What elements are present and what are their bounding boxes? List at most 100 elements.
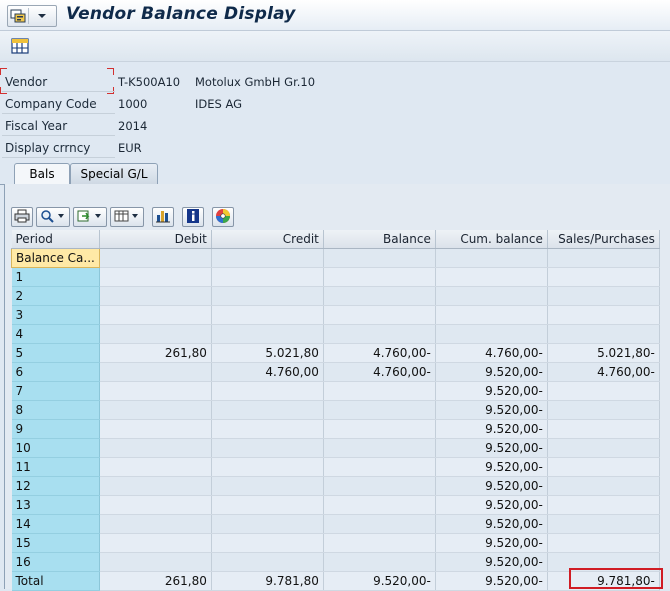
chart-button[interactable] [152,207,174,227]
sales-purchases-cell[interactable]: 4.760,00- [547,362,660,382]
cum-balance-cell[interactable]: 9.520,00- [435,571,548,591]
credit-cell[interactable]: 5.021,80 [211,343,324,363]
credit-cell[interactable] [211,495,324,515]
credit-cell[interactable] [211,552,324,572]
credit-cell[interactable]: 9.781,80 [211,571,324,591]
period-cell[interactable]: 15 [11,533,100,553]
sales-purchases-cell[interactable] [547,438,660,458]
cum-balance-cell[interactable] [435,248,548,268]
vendor-label[interactable]: Vendor [2,73,115,92]
debit-cell[interactable] [99,381,212,401]
table-row[interactable]: 2 [11,286,660,306]
col-sales-purchases[interactable]: Sales/Purchases [547,230,660,249]
col-credit[interactable]: Credit [211,230,324,249]
credit-cell[interactable] [211,457,324,477]
balance-cell[interactable] [323,533,436,553]
debit-cell[interactable] [99,248,212,268]
table-row[interactable]: 16 9.520,00- [11,552,660,572]
sales-purchases-cell[interactable] [547,267,660,287]
table-row[interactable]: Balance Ca... [11,248,660,268]
balance-cell[interactable] [323,286,436,306]
cum-balance-cell[interactable]: 9.520,00- [435,495,548,515]
balance-cell[interactable] [323,305,436,325]
period-cell[interactable]: 10 [11,438,100,458]
cum-balance-cell[interactable]: 9.520,00- [435,476,548,496]
debit-cell[interactable] [99,533,212,553]
cum-balance-cell[interactable]: 9.520,00- [435,533,548,553]
debit-cell[interactable] [99,305,212,325]
debit-cell[interactable] [99,324,212,344]
period-cell[interactable]: Balance Ca... [11,248,100,268]
export-button[interactable] [73,207,107,227]
credit-cell[interactable] [211,267,324,287]
table-row[interactable]: Total 261,80 9.781,80 9.520,00- 9.520,00- 9.7… [11,571,660,591]
period-cell[interactable]: 13 [11,495,100,515]
debit-cell[interactable] [99,267,212,287]
period-cell[interactable]: 5 [11,343,100,363]
debit-cell[interactable] [99,438,212,458]
debit-cell[interactable] [99,286,212,306]
balance-cell[interactable] [323,438,436,458]
debit-cell[interactable] [99,514,212,534]
cum-balance-cell[interactable]: 9.520,00- [435,400,548,420]
sales-purchases-cell[interactable] [547,476,660,496]
period-cell[interactable]: 7 [11,381,100,401]
sales-purchases-cell[interactable] [547,324,660,344]
cum-balance-cell[interactable]: 9.520,00- [435,438,548,458]
debit-cell[interactable]: 261,80 [99,343,212,363]
balance-cell[interactable] [323,400,436,420]
sales-purchases-cell[interactable] [547,248,660,268]
col-balance[interactable]: Balance [323,230,436,249]
cum-balance-cell[interactable] [435,324,548,344]
sales-purchases-cell[interactable] [547,514,660,534]
balance-cell[interactable] [323,324,436,344]
period-cell[interactable]: 4 [11,324,100,344]
balance-cell[interactable] [323,476,436,496]
period-cell[interactable]: 9 [11,419,100,439]
sales-purchases-cell[interactable] [547,495,660,515]
cum-balance-cell[interactable]: 9.520,00- [435,552,548,572]
sales-purchases-cell[interactable] [547,419,660,439]
balance-cell[interactable] [323,267,436,287]
debit-cell[interactable] [99,419,212,439]
debit-cell[interactable] [99,362,212,382]
period-cell[interactable]: 8 [11,400,100,420]
col-period[interactable]: Period [11,230,100,249]
credit-cell[interactable] [211,514,324,534]
table-row[interactable]: 13 9.520,00- [11,495,660,515]
period-cell[interactable]: 1 [11,267,100,287]
debit-cell[interactable]: 261,80 [99,571,212,591]
balance-cell[interactable] [323,514,436,534]
credit-cell[interactable] [211,400,324,420]
period-cell[interactable]: 14 [11,514,100,534]
balance-cell[interactable]: 4.760,00- [323,362,436,382]
credit-cell[interactable] [211,248,324,268]
period-cell[interactable]: Total [11,571,100,591]
table-row[interactable]: 6 4.760,00 4.760,00- 9.520,00- 4.760,00- [11,362,660,382]
table-row[interactable]: 10 9.520,00- [11,438,660,458]
balance-cell[interactable]: 9.520,00- [323,571,436,591]
info-button[interactable] [182,207,204,227]
sales-purchases-cell[interactable] [547,381,660,401]
debit-cell[interactable] [99,552,212,572]
table-row[interactable]: 1 [11,267,660,287]
credit-cell[interactable] [211,533,324,553]
credit-cell[interactable] [211,286,324,306]
credit-cell[interactable] [211,381,324,401]
period-cell[interactable]: 12 [11,476,100,496]
tab-special-gl[interactable]: Special G/L [70,163,158,184]
credit-cell[interactable] [211,305,324,325]
cum-balance-cell[interactable]: 9.520,00- [435,514,548,534]
balance-cell[interactable] [323,248,436,268]
cum-balance-cell[interactable]: 9.520,00- [435,362,548,382]
table-row[interactable]: 5 261,80 5.021,80 4.760,00- 4.760,00- 5.021,8… [11,343,660,363]
find-button[interactable] [36,207,70,227]
credit-cell[interactable] [211,476,324,496]
table-row[interactable]: 8 9.520,00- [11,400,660,420]
balance-cell[interactable]: 4.760,00- [323,343,436,363]
period-cell[interactable]: 6 [11,362,100,382]
credit-cell[interactable] [211,324,324,344]
balance-cell[interactable] [323,419,436,439]
credit-cell[interactable] [211,438,324,458]
cum-balance-cell[interactable] [435,286,548,306]
